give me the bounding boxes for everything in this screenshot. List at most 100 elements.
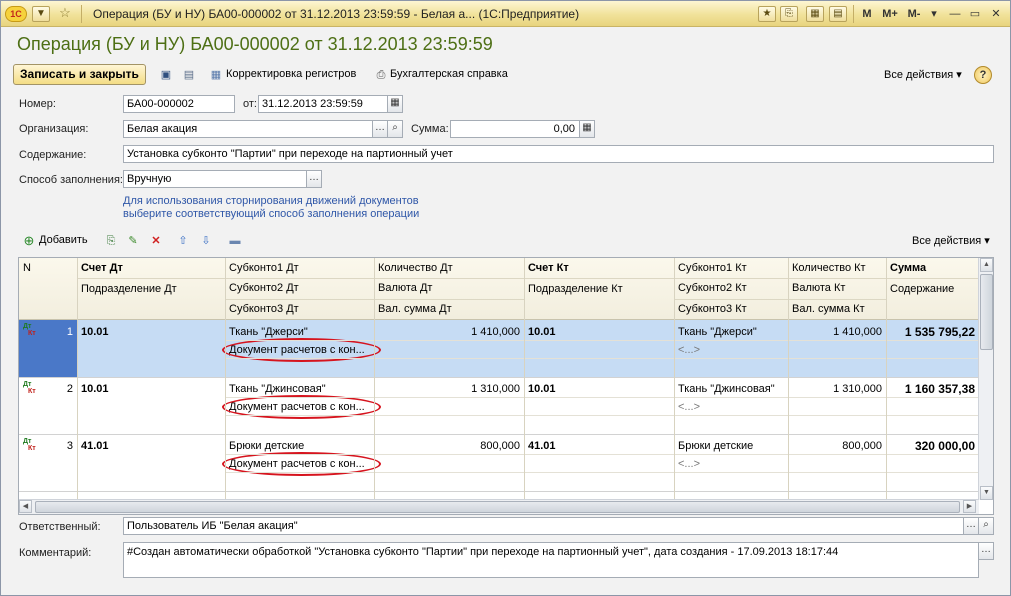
favorite-star-icon[interactable]: ☆ <box>56 6 74 22</box>
cell-account-kt[interactable]: 10.01 <box>524 322 674 342</box>
responsible-open-icon[interactable]: ⌕ <box>978 517 994 535</box>
cell-subconto1-kt[interactable]: Брюки детские <box>674 436 788 456</box>
delete-row-icon[interactable]: ✕ <box>148 233 164 249</box>
header-account-dt[interactable]: Счет Дт <box>77 258 225 278</box>
header-quantity-dt[interactable]: Количество Дт <box>374 258 524 278</box>
header-department-dt[interactable]: Подразделение Дт <box>77 279 225 299</box>
cell-subconto1-kt[interactable]: Ткань "Джерси" <box>674 322 788 342</box>
help-icon[interactable]: ? <box>974 66 992 84</box>
header-subconto1-dt[interactable]: Субконто1 Дт <box>225 258 374 278</box>
fill-method-field[interactable]: Вручную <box>123 170 307 188</box>
entries-table[interactable]: N Счет Дт Подразделение Дт Субконто1 Дт … <box>18 257 994 515</box>
header-subconto3-kt[interactable]: Субконто3 Кт <box>674 299 788 319</box>
horizontal-scroll-thumb[interactable] <box>35 501 960 513</box>
comment-field[interactable]: #Создан автоматически обработкой "Устано… <box>123 542 979 578</box>
titlebar-menu-button[interactable]: ▾ <box>928 6 940 22</box>
header-account-kt[interactable]: Счет Кт <box>524 258 674 278</box>
organization-field[interactable]: Белая акация <box>123 120 373 138</box>
save-and-close-button[interactable]: Записать и закрыть <box>13 64 146 85</box>
cell-quantity-kt[interactable]: 1 310,000 <box>788 379 886 399</box>
header-currency-kt[interactable]: Валюта Кт <box>788 278 886 298</box>
content-field[interactable]: Установка субконто "Партии" при переходе… <box>123 145 994 163</box>
close-button[interactable]: ✕ <box>988 6 1004 22</box>
titlebar-separator <box>81 5 82 23</box>
print-icon[interactable]: ⎙ <box>373 67 389 83</box>
app-logo-icon[interactable]: 1С <box>5 6 27 22</box>
vertical-scroll-thumb[interactable] <box>980 274 993 350</box>
date-field[interactable]: 31.12.2013 23:59:59 <box>258 95 388 113</box>
edit-row-icon[interactable]: ✎ <box>125 233 141 249</box>
cell-account-kt[interactable]: 10.01 <box>524 379 674 399</box>
register-correction-button[interactable]: Корректировка регистров <box>226 68 356 80</box>
table-all-actions-menu[interactable]: Все действия ▾ <box>912 234 990 247</box>
header-n[interactable]: N <box>19 258 77 278</box>
link-icon[interactable]: ⎘ <box>780 6 798 22</box>
organization-open-icon[interactable]: ⌕ <box>387 120 403 138</box>
header-currency-sum-kt[interactable]: Вал. сумма Кт <box>788 299 886 319</box>
horizontal-scrollbar[interactable]: ◀ ▶ <box>19 499 979 514</box>
move-up-icon[interactable]: ⇧ <box>175 233 191 249</box>
header-currency-sum-dt[interactable]: Вал. сумма Дт <box>374 299 524 319</box>
scroll-left-button[interactable]: ◀ <box>19 500 32 513</box>
cell-sum[interactable]: 320 000,00 <box>886 436 979 456</box>
cell-sum[interactable]: 1 160 357,38 <box>886 379 979 399</box>
cell-sum[interactable]: 1 535 795,22 <box>886 322 979 342</box>
memory-minus-button[interactable]: M- <box>904 6 924 22</box>
header-department-kt[interactable]: Подразделение Кт <box>524 279 674 299</box>
number-field[interactable]: БА00-000002 <box>123 95 235 113</box>
calendar-icon[interactable]: ▤ <box>829 6 847 22</box>
cell-quantity-kt[interactable]: 1 410,000 <box>788 322 886 342</box>
cell-quantity-dt[interactable]: 800,000 <box>374 436 524 456</box>
all-actions-menu[interactable]: Все действия ▾ <box>884 68 962 81</box>
storno-hint-line-2[interactable]: выберите соответствующий способ заполнен… <box>123 208 419 221</box>
copy-row-icon[interactable]: ⎘ <box>103 233 119 249</box>
move-down-icon[interactable]: ⇩ <box>198 233 214 249</box>
cell-quantity-dt[interactable]: 1 410,000 <box>374 322 524 342</box>
cell-account-dt[interactable]: 41.01 <box>77 436 225 456</box>
main-menu-icon[interactable]: ▼ <box>32 6 50 22</box>
cell-account-dt[interactable]: 10.01 <box>77 379 225 399</box>
responsible-select-button[interactable]: … <box>963 517 979 535</box>
calendar-picker-icon[interactable]: ▦ <box>387 95 403 113</box>
comment-edit-button[interactable]: … <box>978 542 994 560</box>
register-correction-icon[interactable]: ▦ <box>208 67 224 83</box>
sort-icon[interactable]: ▬ <box>227 233 243 249</box>
header-quantity-kt[interactable]: Количество Кт <box>788 258 886 278</box>
document-icon[interactable]: ▤ <box>181 67 197 83</box>
header-subconto2-kt[interactable]: Субконто2 Кт <box>674 278 788 298</box>
cell-account-dt[interactable]: 10.01 <box>77 322 225 342</box>
memory-plus-button[interactable]: M+ <box>880 6 900 22</box>
cell-subconto2-kt[interactable]: <...> <box>674 454 788 474</box>
calculator-icon[interactable]: ▦ <box>806 6 824 22</box>
header-subconto2-dt[interactable]: Субконто2 Дт <box>225 278 374 298</box>
header-subconto3-dt[interactable]: Субконто3 Дт <box>225 299 374 319</box>
vertical-scrollbar[interactable]: ▲ ▼ <box>978 258 993 500</box>
scroll-up-button[interactable]: ▲ <box>980 258 993 272</box>
organization-select-button[interactable]: … <box>372 120 388 138</box>
storno-hint-line-1[interactable]: Для использования сторнирования движений… <box>123 195 419 208</box>
favorite-add-icon[interactable]: ★ <box>758 6 776 22</box>
scroll-right-button[interactable]: ▶ <box>963 500 976 513</box>
scroll-down-button[interactable]: ▼ <box>980 486 993 500</box>
cell-subconto1-kt[interactable]: Ткань "Джинсовая" <box>674 379 788 399</box>
add-row-button[interactable]: Добавить <box>39 234 88 246</box>
accounting-report-button[interactable]: Бухгалтерская справка <box>390 68 508 80</box>
cell-account-kt[interactable]: 41.01 <box>524 436 674 456</box>
header-content[interactable]: Содержание <box>886 279 979 299</box>
maximize-button[interactable]: ▭ <box>967 6 983 22</box>
cell-subconto2-kt[interactable]: <...> <box>674 397 788 417</box>
add-row-icon[interactable]: ⊕ <box>21 233 37 249</box>
memory-button[interactable]: M <box>860 6 874 22</box>
header-currency-dt[interactable]: Валюта Дт <box>374 278 524 298</box>
sum-field[interactable]: 0,00 <box>450 120 580 138</box>
fill-method-select-button[interactable]: … <box>306 170 322 188</box>
minimize-button[interactable]: — <box>947 6 963 22</box>
responsible-field[interactable]: Пользователь ИБ "Белая акация" <box>123 517 964 535</box>
cell-quantity-kt[interactable]: 800,000 <box>788 436 886 456</box>
cell-subconto2-kt[interactable]: <...> <box>674 340 788 360</box>
save-icon[interactable]: ▣ <box>158 67 174 83</box>
header-subconto1-kt[interactable]: Субконто1 Кт <box>674 258 788 278</box>
cell-quantity-dt[interactable]: 1 310,000 <box>374 379 524 399</box>
header-sum[interactable]: Сумма <box>886 258 979 278</box>
calculator-picker-icon[interactable]: ▦ <box>579 120 595 138</box>
